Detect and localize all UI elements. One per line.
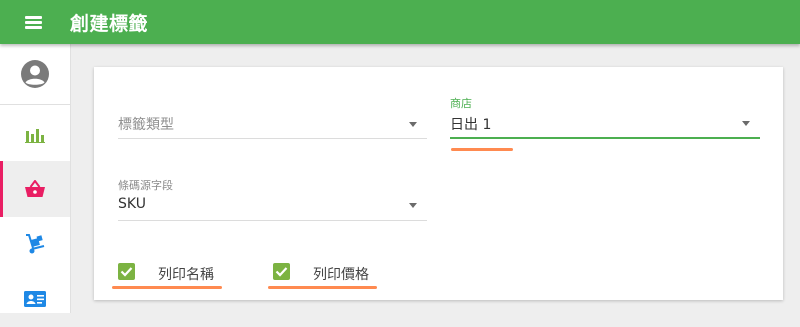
sidebar-item-account[interactable] — [0, 46, 70, 102]
app-bar: 創建標籤 — [0, 0, 800, 44]
sidebar-item-customers[interactable] — [0, 271, 70, 327]
store-highlight-mark — [451, 148, 513, 151]
checkmark-icon — [120, 267, 133, 277]
account-circle-icon — [21, 60, 49, 88]
sidebar-divider — [0, 104, 70, 105]
barcode-source-value: SKU — [118, 196, 146, 212]
store-select[interactable]: 商店 日出 1 — [450, 93, 760, 145]
print-name-label[interactable]: 列印名稱 — [158, 264, 214, 284]
shopping-basket-icon — [25, 180, 45, 197]
print-name-checkbox[interactable] — [118, 263, 135, 280]
hand-truck-icon — [26, 234, 45, 254]
print-name-highlight-mark — [112, 286, 222, 289]
sidebar-item-inventory[interactable] — [0, 216, 70, 272]
store-underline — [450, 137, 760, 139]
store-label: 商店 — [450, 97, 472, 110]
label-type-placeholder: 標籤類型 — [118, 117, 174, 133]
sidebar-nav — [0, 44, 71, 313]
hamburger-menu-icon[interactable] — [22, 13, 46, 31]
contact-card-icon — [24, 291, 46, 307]
print-price-highlight-mark — [268, 286, 377, 289]
bar-chart-icon — [25, 129, 45, 143]
form-card: 標籤類型 商店 日出 1 條碼源字段 SKU 列印名稱 列印價格 — [94, 67, 783, 300]
print-price-checkbox[interactable] — [273, 263, 290, 280]
page-title: 創建標籤 — [70, 13, 149, 35]
sidebar-item-products[interactable] — [0, 161, 70, 217]
barcode-source-label: 條碼源字段 — [118, 179, 173, 192]
label-type-select[interactable]: 標籤類型 — [118, 110, 427, 144]
sidebar-item-reports[interactable] — [0, 106, 70, 162]
dropdown-arrow-icon — [409, 122, 417, 127]
barcode-source-select[interactable]: 條碼源字段 SKU — [118, 175, 427, 223]
store-value: 日出 1 — [450, 117, 492, 133]
print-price-label[interactable]: 列印價格 — [313, 264, 369, 284]
barcode-source-underline — [118, 220, 427, 221]
label-type-underline — [118, 138, 427, 139]
checkmark-icon — [275, 267, 288, 277]
dropdown-arrow-icon — [742, 121, 750, 126]
dropdown-arrow-icon — [409, 203, 417, 208]
